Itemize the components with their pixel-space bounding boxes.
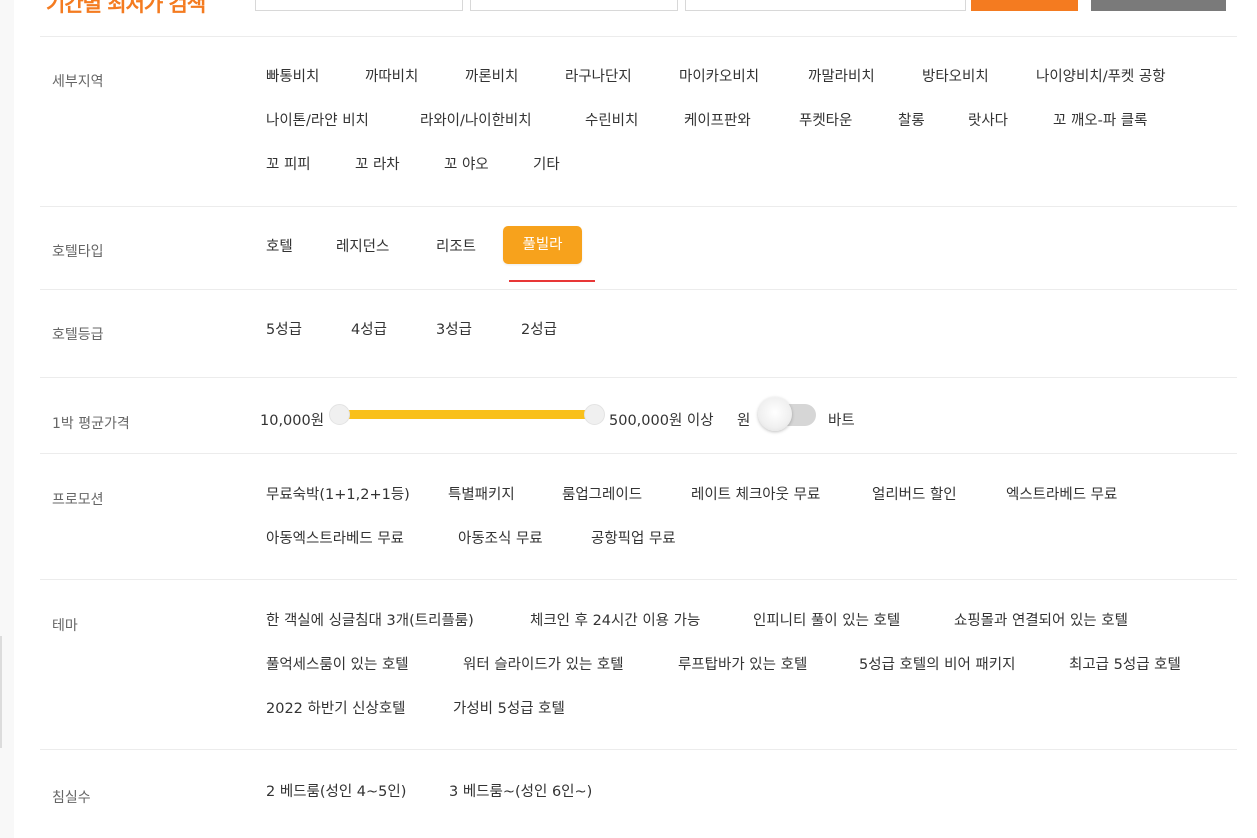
theme-option[interactable]: 5성급 호텔의 비어 패키지: [859, 653, 1015, 674]
region-option[interactable]: 랏사다: [968, 109, 1008, 130]
theme-option[interactable]: 인피니티 풀이 있는 호텔: [753, 609, 900, 630]
hotel-grade-label: 호텔등급: [52, 327, 104, 343]
region-option[interactable]: 까따비치: [365, 65, 418, 86]
theme-option[interactable]: 쇼핑몰과 연결되어 있는 호텔: [954, 609, 1128, 630]
search-button[interactable]: [971, 0, 1078, 11]
region-option[interactable]: 방타오비치: [922, 65, 989, 86]
divider: [40, 749, 1237, 750]
guest-count-input[interactable]: [685, 0, 966, 11]
divider: [40, 206, 1237, 207]
checkin-date-input[interactable]: [255, 0, 463, 11]
region-option[interactable]: 수린비치: [585, 109, 638, 130]
region-option[interactable]: 케이프판와: [684, 109, 751, 130]
region-option[interactable]: 까말라비치: [808, 65, 875, 86]
divider: [40, 377, 1237, 378]
divider: [40, 36, 1237, 37]
region-option[interactable]: 까론비치: [465, 65, 518, 86]
divider: [40, 453, 1237, 454]
region-option[interactable]: 나이양비치/푸켓 공항: [1036, 65, 1166, 86]
divider: [40, 579, 1237, 580]
theme-option[interactable]: 워터 슬라이드가 있는 호텔: [463, 653, 624, 674]
theme-option[interactable]: 한 객실에 싱글침대 3개(트리플룸): [266, 609, 474, 630]
hotel-grade-option[interactable]: 3성급: [436, 318, 472, 339]
currency-toggle-knob[interactable]: [758, 397, 792, 431]
hotel-type-option[interactable]: 레지던스: [336, 235, 389, 256]
hotel-type-option-selected[interactable]: 풀빌라: [503, 226, 582, 264]
promotion-option[interactable]: 무료숙박(1+1,2+1등): [266, 483, 410, 504]
region-option[interactable]: 빠통비치: [266, 65, 319, 86]
promotion-option[interactable]: 아동조식 무료: [458, 527, 543, 548]
theme-option[interactable]: 루프탑바가 있는 호텔: [678, 653, 807, 674]
theme-option[interactable]: 최고급 5성급 호텔: [1069, 653, 1181, 674]
theme-option[interactable]: 2022 하반기 신상호텔: [266, 697, 406, 718]
page-left-edge: [0, 636, 2, 748]
hotel-grade-option[interactable]: 2성급: [521, 318, 557, 339]
promotion-option[interactable]: 아동엑스트라베드 무료: [266, 527, 404, 548]
region-option[interactable]: 라구나단지: [565, 65, 632, 86]
currency-won-label: 원: [737, 413, 751, 429]
region-option[interactable]: 꼬 라차: [355, 153, 400, 174]
region-label: 세부지역: [52, 74, 104, 90]
region-option[interactable]: 꼬 야오: [444, 153, 489, 174]
hotel-grade-option[interactable]: 5성급: [266, 318, 302, 339]
currency-baht-label: 바트: [828, 413, 855, 429]
hotel-type-option[interactable]: 리조트: [436, 235, 476, 256]
price-slider-max-handle[interactable]: [584, 404, 605, 425]
theme-option[interactable]: 풀억세스룸이 있는 호텔: [266, 653, 409, 674]
region-option[interactable]: 라와이/나이한비치: [420, 109, 532, 130]
theme-option[interactable]: 체크인 후 24시간 이용 가능: [530, 609, 700, 630]
region-option[interactable]: 꼬 깨오-파 클록: [1053, 109, 1148, 130]
hotel-type-label: 호텔타입: [52, 244, 104, 260]
promotion-option[interactable]: 엑스트라베드 무료: [1006, 483, 1117, 504]
price-label: 1박 평균가격: [52, 416, 130, 432]
promotion-option[interactable]: 룸업그레이드: [562, 483, 642, 504]
theme-label: 테마: [52, 618, 78, 634]
selected-underline: [509, 280, 595, 282]
divider: [40, 289, 1237, 290]
price-min: 10,000원: [260, 413, 325, 429]
region-option[interactable]: 마이카오비치: [679, 65, 759, 86]
price-max: 500,000원 이상: [609, 413, 714, 429]
promotion-option[interactable]: 특별패키지: [448, 483, 515, 504]
bedrooms-label: 침실수: [52, 790, 91, 806]
checkout-date-input[interactable]: [470, 0, 678, 11]
page-title: 기간별 최저가 검색: [46, 0, 206, 16]
promotion-option[interactable]: 공항픽업 무료: [591, 527, 676, 548]
hotel-type-option[interactable]: 호텔: [266, 235, 293, 256]
price-slider-track[interactable]: [340, 410, 594, 419]
theme-option[interactable]: 가성비 5성급 호텔: [453, 697, 565, 718]
price-slider-min-handle[interactable]: [329, 404, 350, 425]
region-option[interactable]: 찰롱: [898, 109, 925, 130]
region-option[interactable]: 꼬 피피: [266, 153, 311, 174]
promotion-option[interactable]: 얼리버드 할인: [872, 483, 957, 504]
promotion-label: 프로모션: [52, 492, 104, 508]
region-option[interactable]: 기타: [533, 153, 560, 174]
bedrooms-option[interactable]: 2 베드룸(성인 4~5인): [266, 780, 406, 801]
region-option[interactable]: 푸켓타운: [799, 109, 852, 130]
reset-button[interactable]: [1091, 0, 1226, 11]
promotion-option[interactable]: 레이트 체크아웃 무료: [691, 483, 820, 504]
region-option[interactable]: 나이톤/라얀 비치: [266, 109, 369, 130]
hotel-grade-option[interactable]: 4성급: [351, 318, 387, 339]
bedrooms-option[interactable]: 3 베드룸~(성인 6인~): [449, 780, 592, 801]
